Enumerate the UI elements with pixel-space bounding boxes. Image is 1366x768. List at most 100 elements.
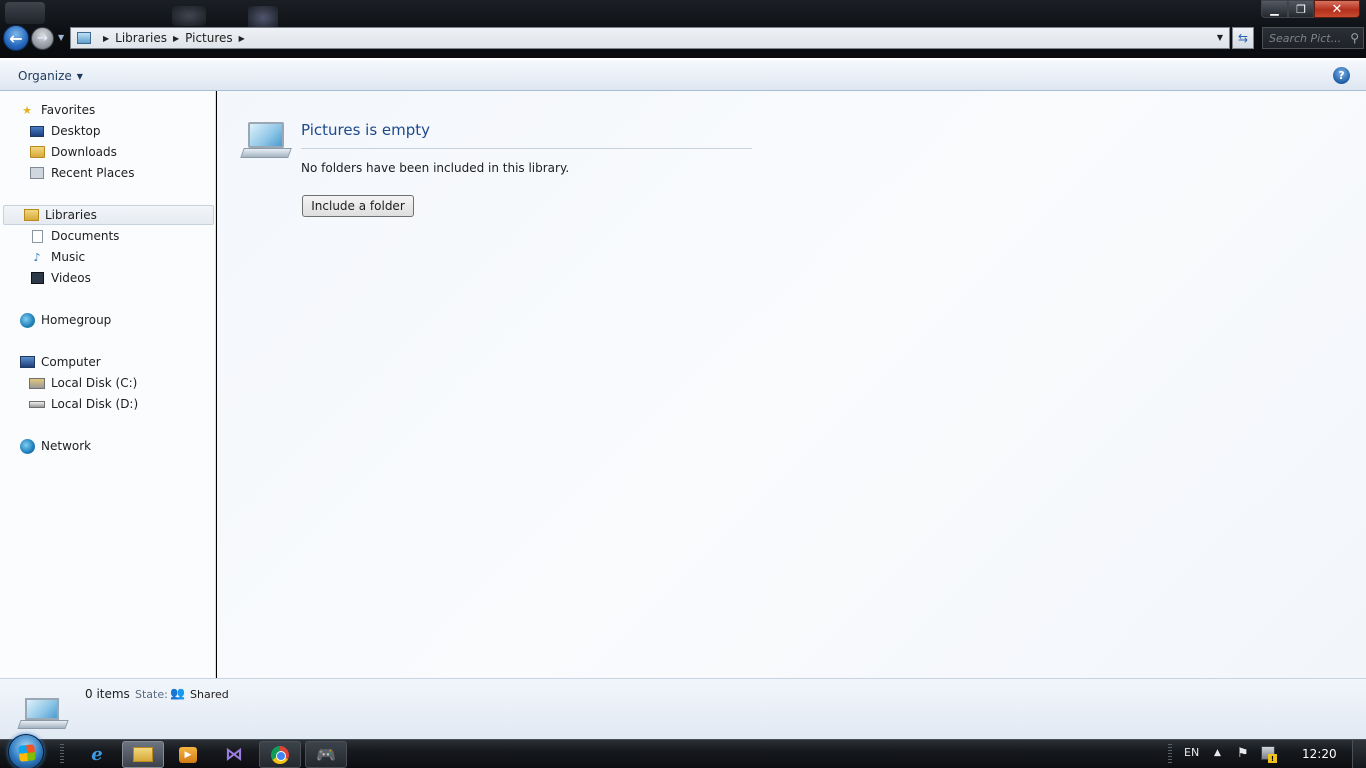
close-icon: ✕ — [1331, 1, 1343, 17]
pictures-library-icon — [240, 120, 292, 162]
close-button[interactable]: ✕ — [1314, 0, 1360, 18]
window-title-bar: ▁ ❐ ✕ ← → ▼ ▶ Libraries ▶ Pictures ▶ ▼ ⇆… — [0, 0, 1366, 58]
music-note-icon: ♪ — [33, 250, 41, 264]
taskbar: e ▶ ⋈ 🎮 EN ▲ ⚑ 12:20 — [0, 734, 1366, 768]
star-icon: ★ — [22, 103, 32, 117]
nav-label: Homegroup — [41, 313, 112, 327]
computer-icon — [19, 356, 35, 368]
help-button[interactable]: ? — [1333, 67, 1350, 84]
nav-item-music[interactable]: ♪ Music — [0, 247, 214, 267]
aero-background-glass — [5, 2, 45, 24]
back-button[interactable]: ← — [3, 25, 29, 51]
clock[interactable]: 12:20 — [1302, 747, 1337, 761]
nav-item-documents[interactable]: Documents — [0, 226, 214, 246]
state-value: Shared — [190, 688, 229, 701]
game-controller-icon: 🎮 — [316, 745, 336, 764]
recent-pages-dropdown[interactable]: ▼ — [58, 33, 64, 42]
divider — [301, 148, 752, 149]
start-button[interactable] — [8, 734, 44, 768]
nav-label: Downloads — [51, 145, 117, 159]
item-count: 0 items — [85, 687, 130, 701]
details-pane: 0 items State: 👥 Shared — [0, 678, 1366, 739]
nav-item-videos[interactable]: Videos — [0, 268, 214, 288]
navigation-pane: ★ Favorites Desktop Downloads Recent Pla… — [0, 91, 216, 678]
breadcrumb-arrow-icon[interactable]: ▶ — [103, 34, 109, 43]
nav-item-desktop[interactable]: Desktop — [0, 121, 214, 141]
taskbar-game[interactable]: 🎮 — [305, 741, 347, 768]
window-controls: ▁ ❐ ✕ — [1261, 0, 1360, 18]
restore-button[interactable]: ❐ — [1288, 0, 1314, 18]
search-input[interactable]: Search Pict... ⚲ — [1262, 27, 1364, 49]
nav-label: Videos — [51, 271, 91, 285]
homegroup-icon — [19, 312, 35, 328]
nav-item-local-disk-c[interactable]: Local Disk (C:) — [0, 373, 214, 393]
system-drive-icon — [29, 377, 45, 389]
nav-item-recent-places[interactable]: Recent Places — [0, 163, 214, 183]
include-folder-button[interactable]: Include a folder — [302, 195, 414, 217]
internet-explorer-icon: e — [91, 744, 103, 765]
minimize-button[interactable]: ▁ — [1261, 0, 1288, 18]
windows-explorer-icon — [133, 747, 153, 762]
chevron-down-icon: ▼ — [58, 33, 65, 42]
nav-libraries[interactable]: Libraries — [3, 205, 214, 225]
tray-grip — [1168, 744, 1172, 764]
chevron-down-icon: ▼ — [76, 71, 83, 81]
language-indicator[interactable]: EN — [1184, 746, 1199, 759]
forward-button[interactable]: → — [31, 27, 54, 50]
nav-favorites[interactable]: ★ Favorites — [0, 100, 214, 120]
network-warning-icon[interactable] — [1261, 746, 1277, 763]
nav-network[interactable]: Network — [0, 436, 214, 456]
desktop-icon — [30, 125, 44, 137]
taskbar-media-player[interactable]: ▶ — [167, 741, 209, 768]
taskbar-windows-explorer[interactable] — [122, 741, 164, 768]
address-history-dropdown-icon[interactable]: ▼ — [1217, 33, 1223, 42]
organize-label: Organize — [18, 69, 72, 83]
breadcrumb-arrow-icon[interactable]: ▶ — [173, 34, 179, 43]
nav-label: Documents — [51, 229, 120, 243]
document-icon — [31, 229, 43, 243]
show-desktop-button[interactable] — [1352, 740, 1366, 768]
taskbar-grip — [60, 744, 64, 764]
breadcrumb-arrow-icon[interactable]: ▶ — [239, 34, 245, 43]
action-center-flag-icon[interactable]: ⚑ — [1237, 746, 1249, 761]
nav-label: Recent Places — [51, 166, 135, 180]
recent-places-icon — [30, 167, 44, 179]
nav-label: Favorites — [41, 103, 96, 117]
chrome-icon — [271, 745, 289, 764]
pictures-library-icon — [17, 696, 69, 736]
show-hidden-icons-icon[interactable]: ▲ — [1214, 748, 1221, 758]
nav-label: Computer — [41, 355, 101, 369]
nav-computer[interactable]: Computer — [0, 352, 214, 372]
address-bar[interactable]: ▶ Libraries ▶ Pictures ▶ ▼ — [70, 27, 1230, 49]
nav-homegroup[interactable]: Homegroup — [0, 310, 214, 330]
drive-icon — [29, 400, 45, 408]
breadcrumb-libraries[interactable]: Libraries — [115, 31, 167, 45]
nav-label: Desktop — [51, 124, 101, 138]
back-arrow-icon: ← — [9, 28, 23, 48]
magnifier-icon[interactable]: ⚲ — [1350, 31, 1359, 45]
breadcrumb-pictures[interactable]: Pictures — [185, 31, 233, 45]
nav-label: Music — [51, 250, 86, 264]
help-icon: ? — [1338, 69, 1345, 82]
nav-label: Network — [41, 439, 92, 453]
nav-item-downloads[interactable]: Downloads — [0, 142, 214, 162]
library-content-area[interactable]: Pictures is empty No folders have been i… — [217, 91, 1366, 678]
refresh-icon: ⇆ — [1237, 31, 1249, 45]
film-icon — [30, 272, 44, 284]
taskbar-chrome[interactable] — [259, 741, 301, 768]
restore-icon: ❐ — [1296, 2, 1306, 16]
empty-library-message: No folders have been included in this li… — [301, 161, 570, 175]
pictures-library-small-icon — [77, 32, 91, 44]
organize-button[interactable]: Organize ▼ — [18, 69, 83, 83]
command-bar: Organize ▼ ? — [0, 58, 1366, 91]
empty-library-title: Pictures is empty — [301, 121, 431, 139]
state-label: State: — [135, 688, 168, 701]
taskbar-internet-explorer[interactable]: e — [76, 741, 118, 768]
taskbar-visual-studio[interactable]: ⋈ — [213, 741, 255, 768]
refresh-button[interactable]: ⇆ — [1232, 27, 1254, 49]
aero-background-glass — [172, 6, 206, 26]
nav-label: Local Disk (D:) — [51, 397, 139, 411]
nav-item-local-disk-d[interactable]: Local Disk (D:) — [0, 394, 214, 414]
folder-icon — [29, 146, 45, 158]
minimize-icon: ▁ — [1270, 2, 1279, 16]
